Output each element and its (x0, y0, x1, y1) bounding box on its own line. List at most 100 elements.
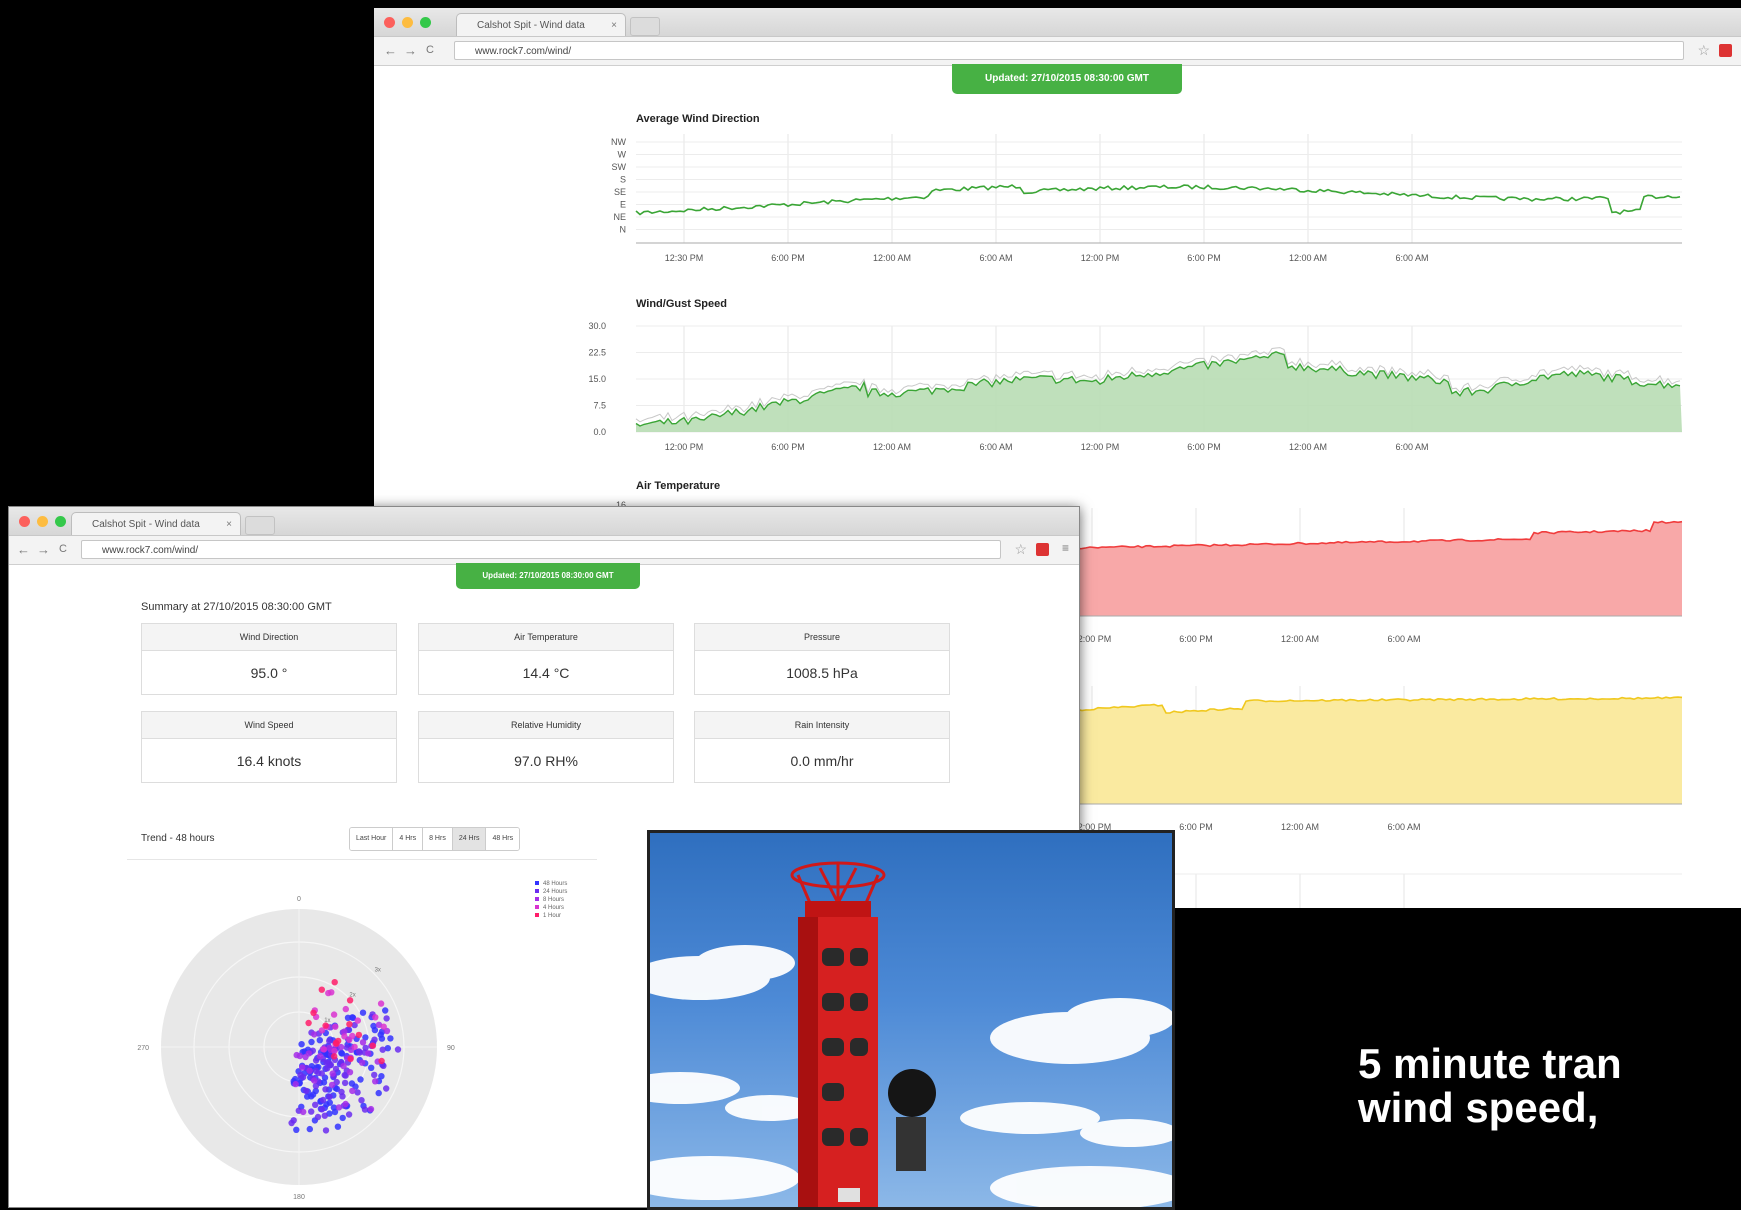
forward-arrow-icon[interactable]: → (37, 542, 50, 557)
polar-point (308, 1108, 315, 1115)
card-pressure: Pressure 1008.5 hPa (694, 623, 950, 695)
polar-point (312, 1067, 320, 1075)
wind-speed-x-tick: 6:00 PM (1187, 442, 1221, 452)
wind-direction-x-tick: 6:00 PM (771, 253, 805, 263)
browser-tab[interactable]: Calshot Spit - Wind data × (71, 512, 241, 535)
polar-point (358, 1097, 365, 1104)
polar-point (359, 1009, 367, 1016)
minimize-window-button[interactable] (37, 516, 48, 527)
wind-direction-y-tick: N (620, 225, 627, 235)
polar-point (330, 1011, 338, 1018)
polar-point (334, 1123, 342, 1130)
wind-speed-x-tick: 12:00 PM (665, 442, 704, 452)
air-temperature-x-tick: 6:00 AM (1387, 634, 1420, 644)
wind-speed-x-tick: 12:00 AM (873, 442, 911, 452)
wind-speed-y-tick: 7.5 (593, 401, 606, 411)
wind-direction-x-tick: 6:00 AM (979, 253, 1012, 263)
wind-speed-y-tick: 0.0 (593, 427, 606, 437)
polar-point (299, 1064, 306, 1071)
polar-point (309, 1091, 317, 1098)
url-input[interactable]: www.rock7.com/wind/ (81, 540, 1001, 559)
polar-point (318, 1070, 325, 1077)
polar-point (342, 1005, 349, 1013)
polar-point (379, 1046, 386, 1053)
card-air-temperature: Air Temperature 14.4 °C (418, 623, 674, 695)
polar-point (357, 1076, 364, 1083)
wind-direction-y-tick: NE (613, 212, 626, 222)
air-temperature-x-tick: 12:00 AM (1281, 634, 1319, 644)
polar-point (359, 1059, 366, 1066)
polar-legend-swatch (535, 897, 539, 901)
polar-point (326, 1099, 333, 1106)
polar-point (383, 1085, 390, 1092)
bookmark-star-icon[interactable]: ☆ (1014, 541, 1027, 558)
polar-radius-label: 3x (375, 967, 381, 973)
polar-legend-label: 4 Hours (543, 905, 564, 911)
wind-speed-x-tick: 6:00 AM (979, 442, 1012, 452)
air-temperature-x-tick: 6:00 PM (1179, 634, 1213, 644)
polar-point (361, 1106, 369, 1113)
wind-direction-x-tick: 12:00 AM (1289, 253, 1327, 263)
close-window-button[interactable] (19, 516, 30, 527)
polar-point (297, 1071, 304, 1079)
polar-point (305, 1019, 312, 1027)
polar-angle-label: 180 (293, 1194, 305, 1201)
card-value: 95.0 ° (250, 665, 288, 681)
polar-point (346, 997, 354, 1004)
polar-legend-label: 48 Hours (543, 881, 567, 887)
polar-angle-label: 270 (137, 1045, 149, 1052)
polar-point (341, 1079, 349, 1087)
polar-point (302, 1053, 309, 1061)
polar-point (306, 1067, 313, 1074)
reload-icon[interactable]: C (59, 543, 67, 555)
caption-line-1: 5 minute tran (1358, 1040, 1622, 1087)
polar-angle-label: 0 (297, 896, 301, 903)
card-value: 14.4 °C (522, 665, 570, 681)
polar-point (340, 1062, 347, 1070)
polar-point (341, 1033, 348, 1040)
polar-point (308, 1038, 315, 1046)
wind-direction-y-tick: SE (614, 187, 626, 197)
polar-point (324, 1065, 331, 1072)
humidity-x-tick: 6:00 PM (1179, 822, 1213, 832)
polar-point (339, 1093, 346, 1100)
polar-point (345, 1111, 353, 1118)
maximize-window-button[interactable] (55, 516, 66, 527)
window-controls (19, 516, 66, 527)
polar-point (290, 1117, 297, 1124)
polar-angle-label: 90 (447, 1045, 455, 1052)
new-tab-button[interactable] (245, 516, 275, 535)
card-value: 16.4 knots (236, 753, 302, 769)
polar-point (372, 1014, 379, 1021)
polar-wind-plot: 0901802701x2x3x48 Hours24 Hours8 Hours4 … (137, 881, 567, 1201)
polar-point (329, 1070, 336, 1077)
wind-direction-y-tick: W (618, 150, 627, 160)
wind-speed-x-tick: 12:00 AM (1289, 442, 1327, 452)
polar-point (383, 1015, 390, 1022)
menu-icon[interactable]: ≡ (1062, 541, 1069, 555)
polar-point (351, 1043, 358, 1051)
humidity-area (1074, 697, 1682, 804)
card-label: Wind Speed (142, 712, 396, 739)
polar-point (346, 1069, 354, 1076)
polar-point (310, 1009, 317, 1016)
polar-legend-label: 1 Hour (543, 913, 561, 919)
extension-icon[interactable] (1036, 543, 1049, 556)
wind-speed-y-tick: 22.5 (588, 348, 606, 358)
polar-point (371, 1071, 378, 1079)
polar-point (365, 1050, 372, 1057)
wind-direction-x-tick: 12:00 PM (1081, 253, 1120, 263)
humidity-x-tick: 12:00 AM (1281, 822, 1319, 832)
polar-point (375, 1089, 382, 1097)
polar-point (378, 1035, 386, 1042)
tab-bar: Calshot Spit - Wind data × (9, 507, 1079, 536)
wind-speed-y-tick: 30.0 (588, 321, 606, 331)
wind-direction-y-tick: E (620, 200, 626, 210)
back-arrow-icon[interactable]: ← (17, 542, 30, 557)
polar-point (322, 1127, 330, 1134)
wind-speed-x-tick: 12:00 PM (1081, 442, 1120, 452)
polar-point (354, 1017, 361, 1024)
card-rain-intensity: Rain Intensity 0.0 mm/hr (694, 711, 950, 783)
tab-close-icon[interactable]: × (226, 513, 232, 535)
address-bar-row: ← → C www.rock7.com/wind/ ☆ ≡ (9, 536, 1079, 565)
